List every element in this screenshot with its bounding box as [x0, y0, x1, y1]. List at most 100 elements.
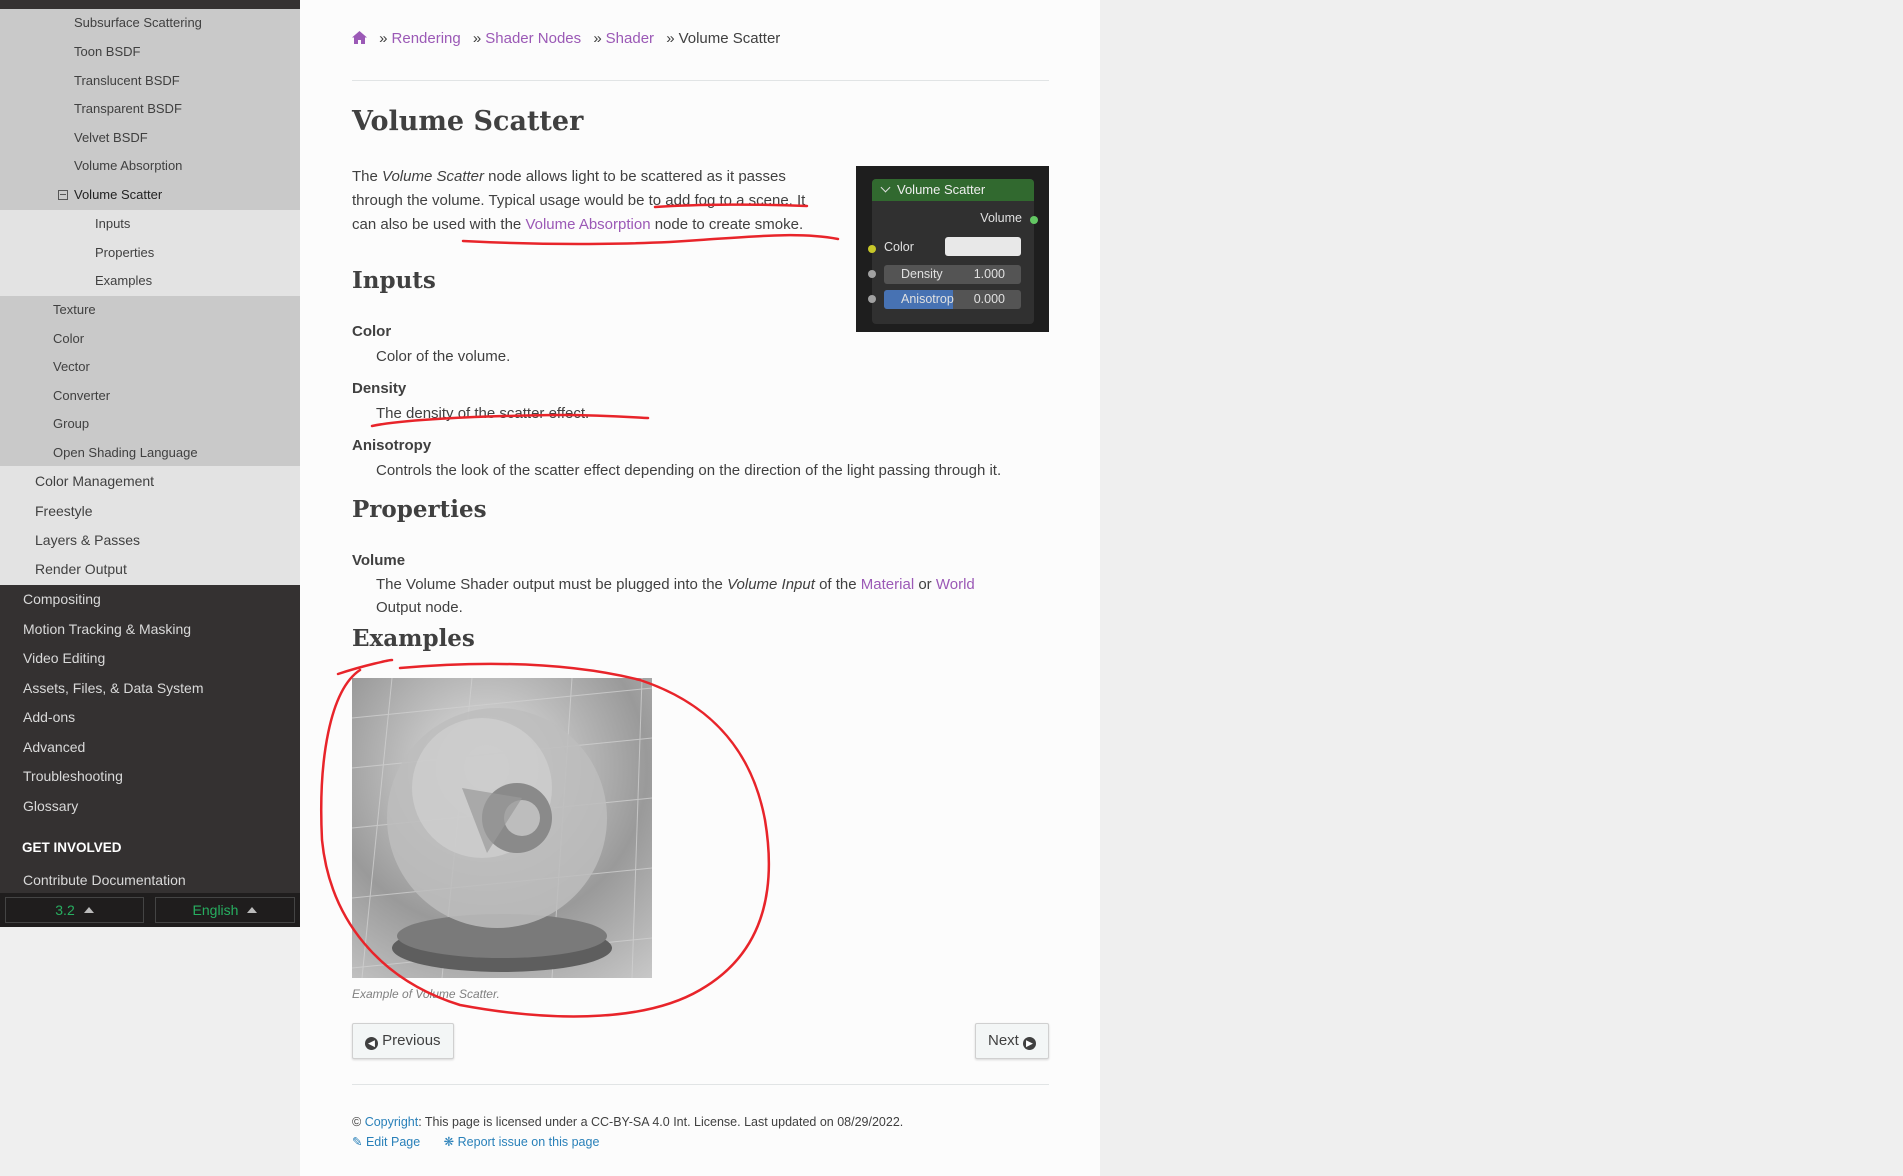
sidebar-item-volume-scatter[interactable]: Volume Scatter — [0, 181, 300, 210]
next-button[interactable]: Next ▶ — [974, 1023, 1049, 1059]
sidebar-item-add-ons[interactable]: Add-ons — [0, 702, 300, 732]
breadcrumb-sep: » — [593, 30, 602, 47]
anisotropy-label: Anisotrop — [901, 292, 954, 306]
collapse-icon[interactable] — [58, 189, 68, 200]
sidebar-item-layers-passes[interactable]: Layers & Passes — [0, 525, 300, 555]
report-issue-link[interactable]: ❋ Report issue on this page — [444, 1135, 600, 1149]
anisotropy-field: Anisotrop 0.000 — [884, 290, 1021, 309]
anisotropy-value: 0.000 — [973, 292, 1005, 306]
sidebar-item-translucent-bsdf[interactable]: Translucent BSDF — [0, 67, 300, 96]
sidebar-item-assets-files[interactable]: Assets, Files, & Data System — [0, 673, 300, 703]
sidebar-item-advanced[interactable]: Advanced — [0, 732, 300, 762]
home-icon[interactable] — [352, 31, 367, 48]
sidebar-item-color-management[interactable]: Color Management — [0, 466, 300, 496]
color-socket-icon — [868, 245, 876, 253]
input-term-anisotropy: Anisotropy — [352, 437, 432, 454]
sidebar-item-examples[interactable]: Examples — [0, 267, 300, 296]
copyright-symbol: © — [352, 1115, 362, 1129]
breadcrumb-sep: » — [472, 30, 482, 47]
node-output-label: Volume — [980, 211, 1022, 225]
examples-heading: Examples — [352, 625, 475, 652]
edit-page-link[interactable]: ✎ Edit Page — [352, 1135, 420, 1149]
sidebar-caption-get-involved: GET INVOLVED — [22, 840, 122, 855]
property-text: The Volume Shader output must be plugged… — [376, 576, 728, 593]
sidebar-item-render-output[interactable]: Render Output — [0, 554, 300, 585]
caret-up-icon — [83, 907, 94, 913]
property-text: or — [914, 576, 936, 593]
sidebar-item-open-shading-language[interactable]: Open Shading Language — [0, 439, 300, 467]
page-margin — [1100, 0, 1903, 1176]
property-text: Output node. — [376, 599, 463, 616]
intro-emphasis: Volume Scatter — [382, 168, 485, 185]
density-value: 1.000 — [973, 267, 1005, 281]
sidebar-item-compositing[interactable]: Compositing — [0, 584, 300, 614]
breadcrumb-shader[interactable]: Shader — [606, 30, 654, 47]
node-image: Volume Scatter Volume Color Density 1.00… — [856, 166, 1049, 332]
caret-up-icon — [247, 907, 258, 913]
sidebar-item-contribute-documentation[interactable]: Contribute Documentation — [0, 865, 300, 895]
previous-label: Previous — [382, 1032, 441, 1049]
page-title: Volume Scatter — [352, 106, 584, 137]
sidebar-item-video-editing[interactable]: Video Editing — [0, 643, 300, 673]
density-label: Density — [901, 267, 943, 281]
intro-text: The — [352, 168, 383, 185]
sidebar-item-vector[interactable]: Vector — [0, 353, 300, 382]
property-text: of the — [814, 576, 861, 593]
density-field: Density 1.000 — [884, 265, 1021, 284]
language-select[interactable]: English — [155, 897, 295, 923]
intro-paragraph: The Volume Scatter node allows light to … — [352, 165, 832, 237]
example-image — [352, 678, 652, 978]
sidebar-item-color[interactable]: Color — [0, 325, 300, 354]
edit-page-label: Edit Page — [365, 1135, 421, 1149]
material-link[interactable]: Material — [861, 576, 914, 593]
version-select[interactable]: 3.2 — [5, 897, 144, 923]
license-text: : This page is licensed under a CC-BY-SA… — [418, 1115, 904, 1129]
edit-icon: ✎ — [352, 1135, 363, 1149]
breadcrumb-sep: » — [379, 30, 388, 47]
sidebar-current-label: Volume Scatter — [74, 187, 163, 202]
node-header: Volume Scatter — [872, 179, 1034, 201]
copyright-link[interactable]: Copyright — [365, 1115, 419, 1129]
output-socket-icon — [1030, 216, 1038, 224]
previous-button[interactable]: ◀ Previous — [352, 1023, 454, 1059]
breadcrumb-shader-nodes[interactable]: Shader Nodes — [485, 30, 581, 47]
sidebar: Subsurface Scattering Toon BSDF Transluc… — [0, 0, 300, 927]
sidebar-item-freestyle[interactable]: Freestyle — [0, 496, 300, 526]
content-area: » Rendering » Shader Nodes » Shader » Volume… — [300, 0, 1100, 1176]
sidebar-item-inputs[interactable]: Inputs — [0, 210, 300, 239]
bug-icon: ❋ — [443, 1135, 455, 1149]
sidebar-item-volume-absorption[interactable]: Volume Absorption — [0, 152, 300, 181]
sidebar-item-texture[interactable]: Texture — [0, 296, 300, 325]
sidebar-item-velvet-bsdf[interactable]: Velvet BSDF — [0, 124, 300, 153]
density-socket-icon — [868, 270, 876, 278]
volume-absorption-link[interactable]: Volume Absorption — [525, 216, 650, 233]
anisotropy-socket-icon — [868, 295, 876, 303]
sidebar-item-transparent-bsdf[interactable]: Transparent BSDF — [0, 95, 300, 124]
sidebar-item-converter[interactable]: Converter — [0, 382, 300, 411]
intro-text: node to create smoke. — [650, 216, 804, 233]
input-term-color: Color — [352, 323, 392, 340]
sidebar-item-motion-tracking[interactable]: Motion Tracking & Masking — [0, 614, 300, 644]
version-switcher: 3.2 English — [0, 893, 300, 927]
input-desc-density: The density of the scatter effect. — [376, 405, 590, 422]
arrow-circle-left-icon: ◀ — [365, 1037, 378, 1050]
sidebar-item-toon-bsdf[interactable]: Toon BSDF — [0, 38, 300, 67]
arrow-circle-right-icon: ▶ — [1023, 1037, 1036, 1050]
inputs-heading: Inputs — [352, 267, 436, 294]
sidebar-item-subsurface-scattering[interactable]: Subsurface Scattering — [0, 9, 300, 38]
color-swatch — [945, 237, 1021, 256]
property-term-volume: Volume — [352, 552, 406, 569]
breadcrumb-rendering[interactable]: Rendering — [392, 30, 461, 47]
breadcrumb-sep: » — [666, 30, 675, 47]
sidebar-item-troubleshooting[interactable]: Troubleshooting — [0, 761, 300, 791]
volume-scatter-node: Volume Scatter Volume Color Density 1.00… — [868, 179, 1038, 324]
input-desc-anisotropy: Controls the look of the scatter effect … — [376, 462, 1002, 479]
sidebar-item-group[interactable]: Group — [0, 410, 300, 439]
next-label: Next — [987, 1032, 1019, 1049]
properties-heading: Properties — [352, 496, 487, 523]
chevron-down-icon — [880, 182, 891, 193]
world-link[interactable]: World — [936, 576, 975, 593]
sidebar-item-properties[interactable]: Properties — [0, 239, 300, 268]
sidebar-item-glossary[interactable]: Glossary — [0, 791, 300, 821]
property-emphasis: Volume Input — [727, 576, 815, 593]
